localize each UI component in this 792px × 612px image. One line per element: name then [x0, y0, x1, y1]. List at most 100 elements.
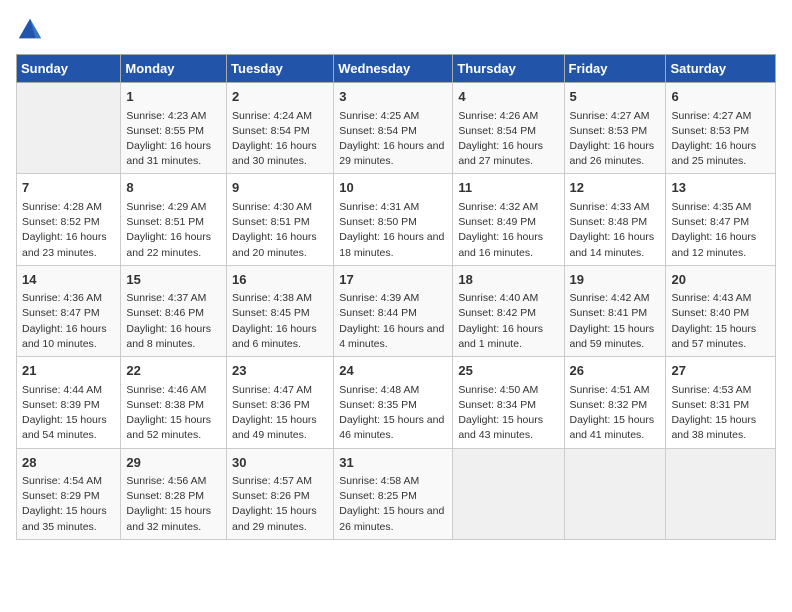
day-number: 6: [671, 87, 770, 107]
day-info: Sunrise: 4:25 AMSunset: 8:54 PMDaylight:…: [339, 109, 447, 170]
calendar-cell: [17, 83, 121, 174]
day-number: 28: [22, 453, 115, 473]
header-tuesday: Tuesday: [227, 55, 334, 83]
day-number: 7: [22, 178, 115, 198]
day-info: Sunrise: 4:38 AMSunset: 8:45 PMDaylight:…: [232, 291, 328, 352]
day-info: Sunrise: 4:54 AMSunset: 8:29 PMDaylight:…: [22, 474, 115, 535]
day-number: 15: [126, 270, 221, 290]
day-number: 26: [570, 361, 661, 381]
day-number: 20: [671, 270, 770, 290]
day-info: Sunrise: 4:32 AMSunset: 8:49 PMDaylight:…: [458, 200, 558, 261]
day-number: 25: [458, 361, 558, 381]
logo-icon: [16, 16, 44, 44]
day-number: 27: [671, 361, 770, 381]
day-info: Sunrise: 4:43 AMSunset: 8:40 PMDaylight:…: [671, 291, 770, 352]
week-row-2: 7Sunrise: 4:28 AMSunset: 8:52 PMDaylight…: [17, 174, 776, 265]
week-row-5: 28Sunrise: 4:54 AMSunset: 8:29 PMDayligh…: [17, 448, 776, 539]
header-wednesday: Wednesday: [334, 55, 453, 83]
day-number: 17: [339, 270, 447, 290]
day-number: 29: [126, 453, 221, 473]
day-number: 21: [22, 361, 115, 381]
header-friday: Friday: [564, 55, 666, 83]
calendar-cell: 8Sunrise: 4:29 AMSunset: 8:51 PMDaylight…: [121, 174, 227, 265]
calendar-cell: [564, 448, 666, 539]
day-info: Sunrise: 4:42 AMSunset: 8:41 PMDaylight:…: [570, 291, 661, 352]
day-info: Sunrise: 4:29 AMSunset: 8:51 PMDaylight:…: [126, 200, 221, 261]
calendar-cell: 5Sunrise: 4:27 AMSunset: 8:53 PMDaylight…: [564, 83, 666, 174]
day-info: Sunrise: 4:39 AMSunset: 8:44 PMDaylight:…: [339, 291, 447, 352]
calendar-cell: 4Sunrise: 4:26 AMSunset: 8:54 PMDaylight…: [453, 83, 564, 174]
day-number: 3: [339, 87, 447, 107]
calendar-cell: 24Sunrise: 4:48 AMSunset: 8:35 PMDayligh…: [334, 357, 453, 448]
day-info: Sunrise: 4:23 AMSunset: 8:55 PMDaylight:…: [126, 109, 221, 170]
day-number: 9: [232, 178, 328, 198]
calendar-cell: 27Sunrise: 4:53 AMSunset: 8:31 PMDayligh…: [666, 357, 776, 448]
header-sunday: Sunday: [17, 55, 121, 83]
calendar-cell: 13Sunrise: 4:35 AMSunset: 8:47 PMDayligh…: [666, 174, 776, 265]
calendar-cell: 18Sunrise: 4:40 AMSunset: 8:42 PMDayligh…: [453, 265, 564, 356]
calendar-cell: [453, 448, 564, 539]
calendar-cell: 22Sunrise: 4:46 AMSunset: 8:38 PMDayligh…: [121, 357, 227, 448]
day-number: 1: [126, 87, 221, 107]
day-number: 10: [339, 178, 447, 198]
calendar-cell: 10Sunrise: 4:31 AMSunset: 8:50 PMDayligh…: [334, 174, 453, 265]
header-thursday: Thursday: [453, 55, 564, 83]
calendar-cell: 28Sunrise: 4:54 AMSunset: 8:29 PMDayligh…: [17, 448, 121, 539]
day-info: Sunrise: 4:47 AMSunset: 8:36 PMDaylight:…: [232, 383, 328, 444]
day-info: Sunrise: 4:27 AMSunset: 8:53 PMDaylight:…: [671, 109, 770, 170]
day-number: 22: [126, 361, 221, 381]
day-number: 19: [570, 270, 661, 290]
day-number: 30: [232, 453, 328, 473]
day-info: Sunrise: 4:33 AMSunset: 8:48 PMDaylight:…: [570, 200, 661, 261]
calendar-cell: 26Sunrise: 4:51 AMSunset: 8:32 PMDayligh…: [564, 357, 666, 448]
day-info: Sunrise: 4:28 AMSunset: 8:52 PMDaylight:…: [22, 200, 115, 261]
day-info: Sunrise: 4:35 AMSunset: 8:47 PMDaylight:…: [671, 200, 770, 261]
calendar-cell: 1Sunrise: 4:23 AMSunset: 8:55 PMDaylight…: [121, 83, 227, 174]
day-info: Sunrise: 4:27 AMSunset: 8:53 PMDaylight:…: [570, 109, 661, 170]
calendar-cell: 2Sunrise: 4:24 AMSunset: 8:54 PMDaylight…: [227, 83, 334, 174]
header-saturday: Saturday: [666, 55, 776, 83]
day-info: Sunrise: 4:48 AMSunset: 8:35 PMDaylight:…: [339, 383, 447, 444]
day-number: 14: [22, 270, 115, 290]
calendar-cell: 3Sunrise: 4:25 AMSunset: 8:54 PMDaylight…: [334, 83, 453, 174]
calendar-cell: 7Sunrise: 4:28 AMSunset: 8:52 PMDaylight…: [17, 174, 121, 265]
day-number: 12: [570, 178, 661, 198]
week-row-4: 21Sunrise: 4:44 AMSunset: 8:39 PMDayligh…: [17, 357, 776, 448]
calendar-cell: 15Sunrise: 4:37 AMSunset: 8:46 PMDayligh…: [121, 265, 227, 356]
day-info: Sunrise: 4:46 AMSunset: 8:38 PMDaylight:…: [126, 383, 221, 444]
calendar-cell: 25Sunrise: 4:50 AMSunset: 8:34 PMDayligh…: [453, 357, 564, 448]
calendar-cell: 11Sunrise: 4:32 AMSunset: 8:49 PMDayligh…: [453, 174, 564, 265]
header-monday: Monday: [121, 55, 227, 83]
day-info: Sunrise: 4:31 AMSunset: 8:50 PMDaylight:…: [339, 200, 447, 261]
day-number: 5: [570, 87, 661, 107]
calendar-cell: 20Sunrise: 4:43 AMSunset: 8:40 PMDayligh…: [666, 265, 776, 356]
calendar-cell: 17Sunrise: 4:39 AMSunset: 8:44 PMDayligh…: [334, 265, 453, 356]
calendar-cell: 21Sunrise: 4:44 AMSunset: 8:39 PMDayligh…: [17, 357, 121, 448]
day-info: Sunrise: 4:51 AMSunset: 8:32 PMDaylight:…: [570, 383, 661, 444]
calendar-cell: 31Sunrise: 4:58 AMSunset: 8:25 PMDayligh…: [334, 448, 453, 539]
calendar-cell: 19Sunrise: 4:42 AMSunset: 8:41 PMDayligh…: [564, 265, 666, 356]
week-row-3: 14Sunrise: 4:36 AMSunset: 8:47 PMDayligh…: [17, 265, 776, 356]
page-header: [16, 16, 776, 44]
day-number: 2: [232, 87, 328, 107]
day-info: Sunrise: 4:56 AMSunset: 8:28 PMDaylight:…: [126, 474, 221, 535]
day-number: 31: [339, 453, 447, 473]
calendar-cell: 6Sunrise: 4:27 AMSunset: 8:53 PMDaylight…: [666, 83, 776, 174]
day-info: Sunrise: 4:40 AMSunset: 8:42 PMDaylight:…: [458, 291, 558, 352]
calendar-cell: 29Sunrise: 4:56 AMSunset: 8:28 PMDayligh…: [121, 448, 227, 539]
day-number: 24: [339, 361, 447, 381]
calendar-cell: 30Sunrise: 4:57 AMSunset: 8:26 PMDayligh…: [227, 448, 334, 539]
day-number: 23: [232, 361, 328, 381]
day-info: Sunrise: 4:57 AMSunset: 8:26 PMDaylight:…: [232, 474, 328, 535]
day-info: Sunrise: 4:50 AMSunset: 8:34 PMDaylight:…: [458, 383, 558, 444]
day-number: 13: [671, 178, 770, 198]
day-info: Sunrise: 4:37 AMSunset: 8:46 PMDaylight:…: [126, 291, 221, 352]
day-info: Sunrise: 4:26 AMSunset: 8:54 PMDaylight:…: [458, 109, 558, 170]
day-info: Sunrise: 4:44 AMSunset: 8:39 PMDaylight:…: [22, 383, 115, 444]
calendar-header-row: SundayMondayTuesdayWednesdayThursdayFrid…: [17, 55, 776, 83]
day-number: 8: [126, 178, 221, 198]
calendar-cell: 16Sunrise: 4:38 AMSunset: 8:45 PMDayligh…: [227, 265, 334, 356]
day-number: 16: [232, 270, 328, 290]
calendar-cell: 12Sunrise: 4:33 AMSunset: 8:48 PMDayligh…: [564, 174, 666, 265]
day-number: 4: [458, 87, 558, 107]
